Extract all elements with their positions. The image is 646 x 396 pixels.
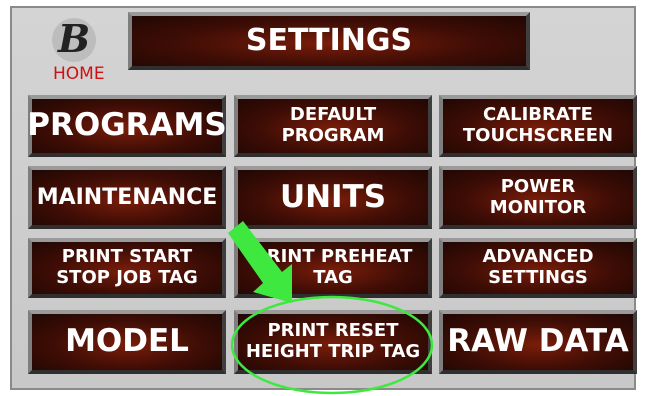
programs-button[interactable]: PROGRAMS [27, 95, 227, 157]
maintenance-button[interactable]: MAINTENANCE [28, 166, 226, 229]
logo-letter: B [57, 16, 90, 61]
page-title: SETTINGS [128, 12, 530, 70]
print-reset-height-trip-tag-button[interactable]: PRINT RESET HEIGHT TRIP TAG [234, 310, 432, 374]
print-preheat-tag-button[interactable]: PRINT PREHEAT TAG [234, 238, 432, 298]
raw-data-button[interactable]: RAW DATA [439, 310, 637, 374]
model-button[interactable]: MODEL [28, 310, 226, 374]
advanced-settings-button[interactable]: ADVANCED SETTINGS [439, 238, 637, 298]
print-start-stop-job-tag-button[interactable]: PRINT START STOP JOB TAG [28, 238, 226, 298]
home-logo-icon[interactable]: B [50, 16, 98, 64]
default-program-button[interactable]: DEFAULT PROGRAM [234, 95, 432, 157]
home-label[interactable]: HOME [53, 64, 113, 84]
power-monitor-button[interactable]: POWER MONITOR [439, 166, 637, 229]
units-button[interactable]: UNITS [234, 166, 432, 229]
calibrate-touchscreen-button[interactable]: CALIBRATE TOUCHSCREEN [439, 95, 637, 157]
